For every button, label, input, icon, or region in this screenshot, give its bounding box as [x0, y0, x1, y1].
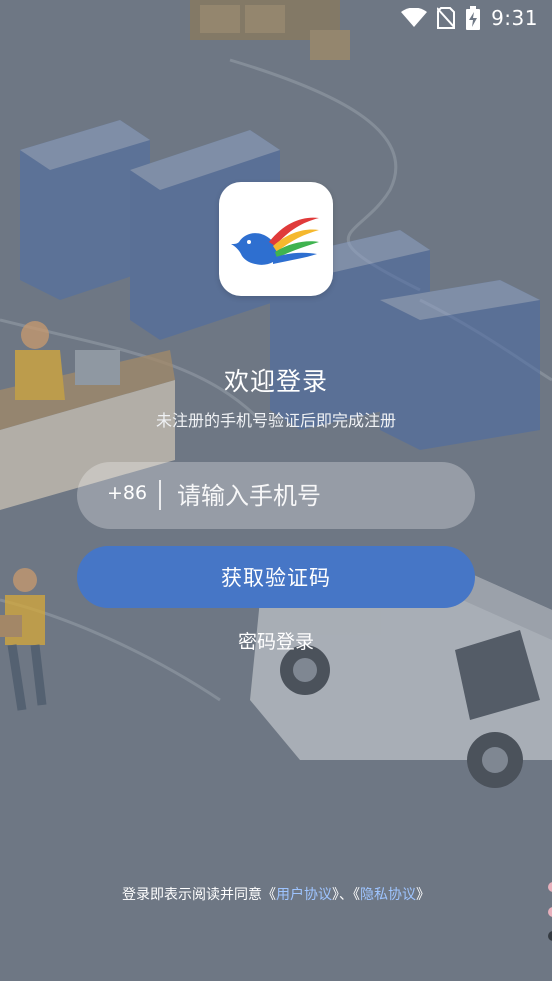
no-sim-icon — [437, 7, 456, 29]
page-subtitle: 未注册的手机号验证后即完成注册 — [155, 411, 396, 430]
phone-input[interactable] — [177, 476, 457, 516]
agreement-prefix: 登录即表示阅读并同意 — [122, 887, 262, 903]
battery-charging-icon — [465, 6, 481, 30]
agreement-text: 登录即表示阅读并同意《用户协议》、《隐私协议》 — [0, 884, 552, 904]
field-divider — [159, 480, 161, 510]
privacy-policy-link[interactable]: 隐私协议 — [360, 887, 416, 903]
agreement-separator: 、 — [339, 887, 353, 903]
status-bar: 9:31 — [0, 0, 552, 40]
quote-open: 《 — [353, 887, 360, 903]
status-time: 9:31 — [491, 6, 538, 30]
password-login-link[interactable]: 密码登录 — [0, 627, 552, 654]
bird-logo-icon — [231, 217, 319, 265]
phone-field[interactable]: +86 — [77, 462, 475, 529]
get-code-button[interactable]: 获取验证码 — [77, 546, 475, 608]
user-agreement-link[interactable]: 用户协议 — [276, 887, 332, 903]
country-code[interactable]: +86 — [107, 482, 147, 504]
page-title: 欢迎登录 — [223, 367, 328, 396]
quote-open: 《 — [262, 887, 276, 903]
quote-close: 》 — [416, 887, 430, 903]
quote-close: 》 — [332, 887, 339, 903]
wifi-icon — [401, 8, 428, 28]
app-logo — [219, 182, 333, 296]
status-icons: 9:31 — [401, 6, 538, 30]
